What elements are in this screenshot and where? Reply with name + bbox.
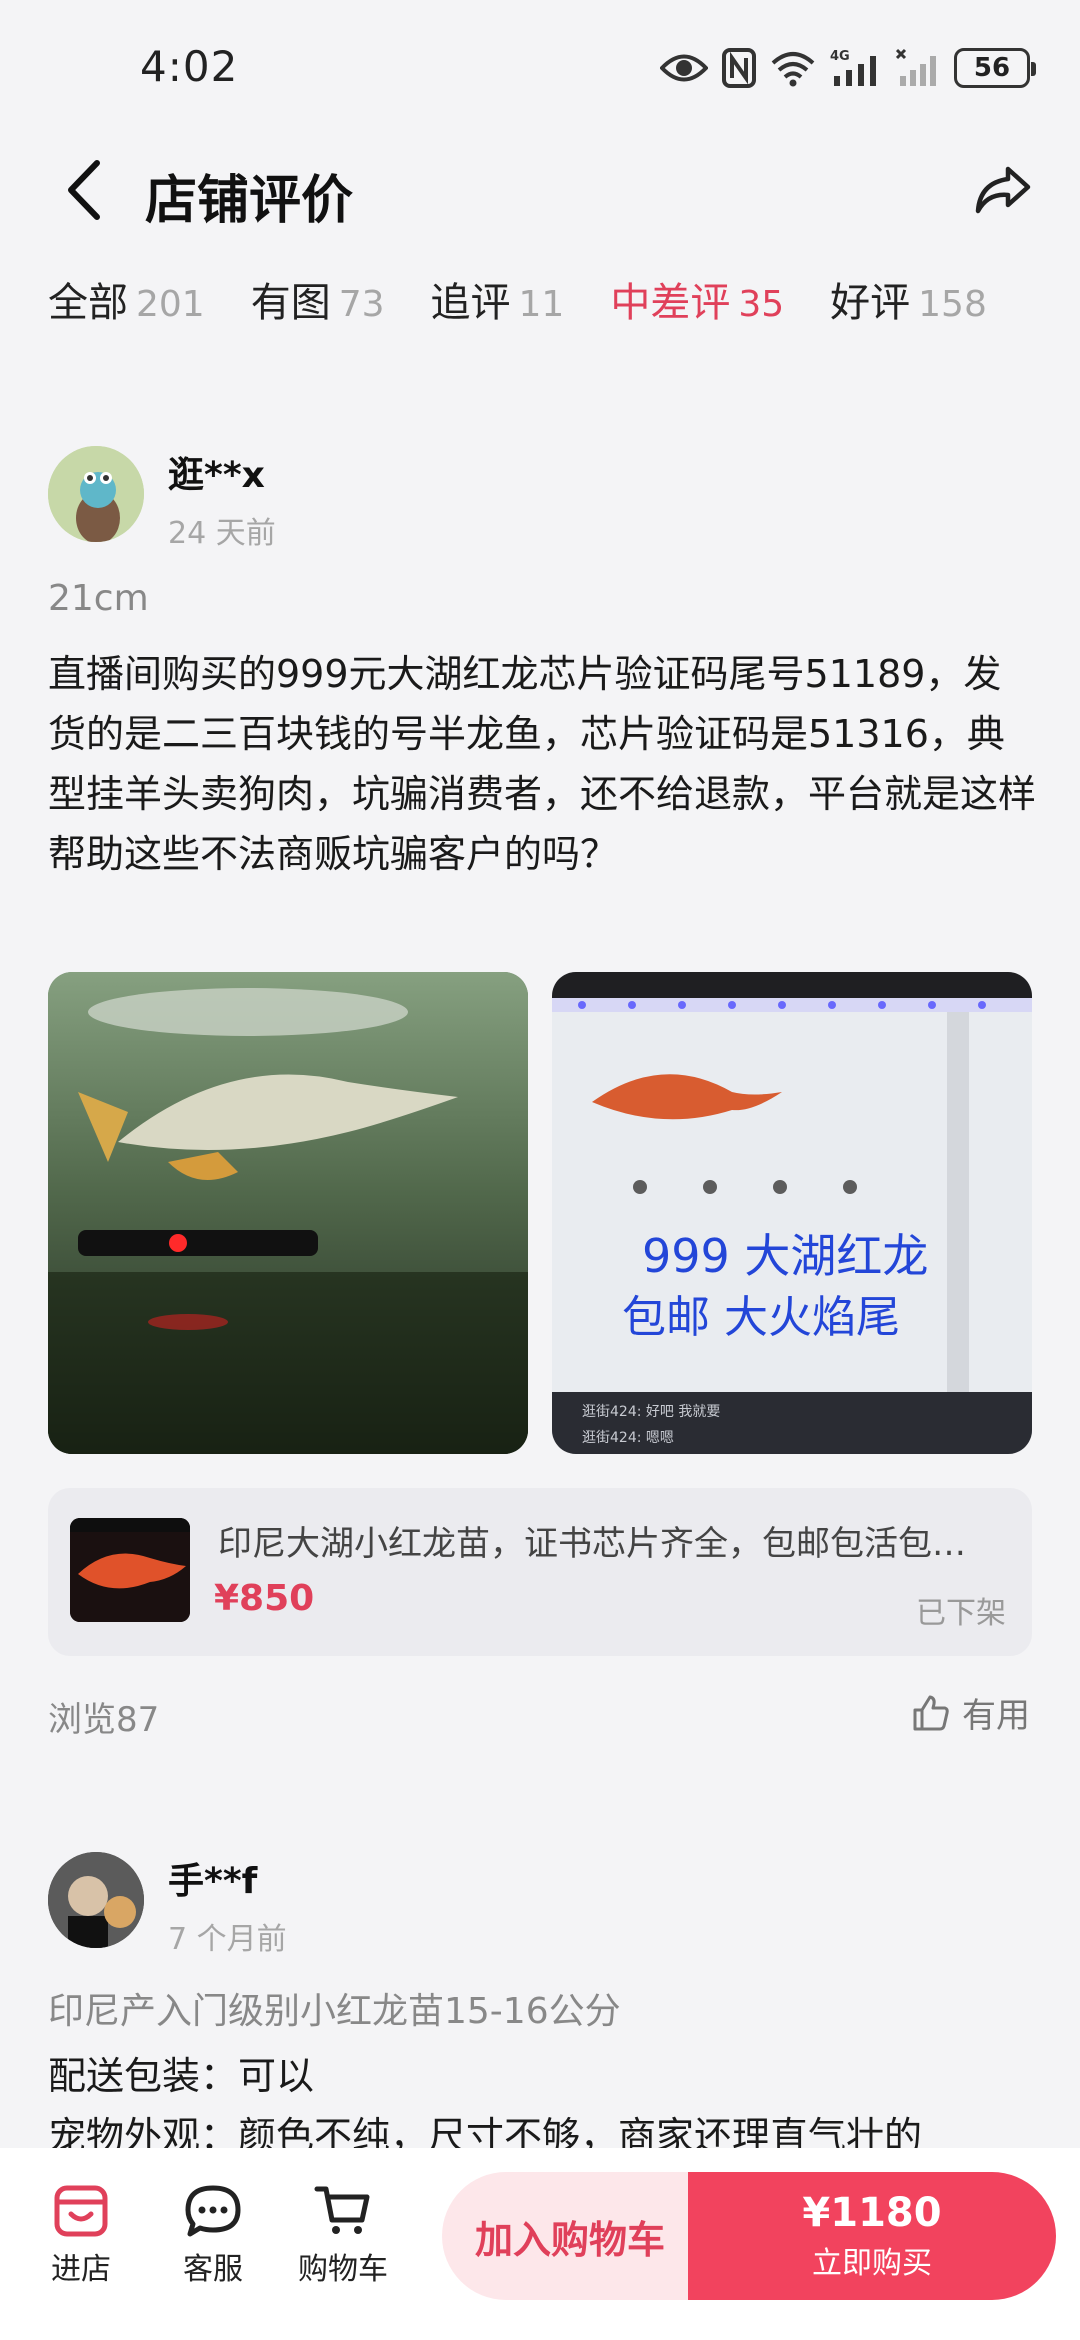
review-spec: 印尼产入门级别小红龙苗15-16公分 bbox=[48, 1991, 621, 2032]
bottom-action-bar: 进店 客服 购物车 加入购物车 ¥1180 立即购买 bbox=[0, 2148, 1080, 2340]
cart-button[interactable]: 购物车 bbox=[288, 2184, 398, 2288]
store-label: 进店 bbox=[51, 2252, 111, 2287]
customer-service-button[interactable]: 客服 bbox=[158, 2184, 268, 2288]
avatar-image bbox=[48, 1852, 144, 1948]
review-time: 7 个月前 bbox=[168, 1922, 287, 1957]
customer-service-label: 客服 bbox=[183, 2252, 243, 2287]
buy-price: ¥1180 bbox=[802, 2190, 942, 2236]
buy-label: 立即购买 bbox=[812, 2246, 932, 2281]
shopping-cart-icon bbox=[314, 2186, 370, 2234]
store-button[interactable]: 进店 bbox=[26, 2184, 136, 2288]
username: 手**f bbox=[168, 1861, 258, 1902]
add-to-cart-button[interactable]: 加入购物车 bbox=[442, 2172, 698, 2300]
buy-now-button[interactable]: ¥1180 立即购买 bbox=[688, 2172, 1056, 2300]
avatar[interactable] bbox=[48, 1852, 144, 1948]
review-card: 手**f 7 个月前 印尼产入门级别小红龙苗15-16公分 配送包装：可以 宠物… bbox=[0, 0, 1080, 2158]
chat-bubble-icon bbox=[185, 2185, 241, 2237]
cart-label: 购物车 bbox=[298, 2252, 388, 2287]
store-icon bbox=[54, 2185, 108, 2237]
